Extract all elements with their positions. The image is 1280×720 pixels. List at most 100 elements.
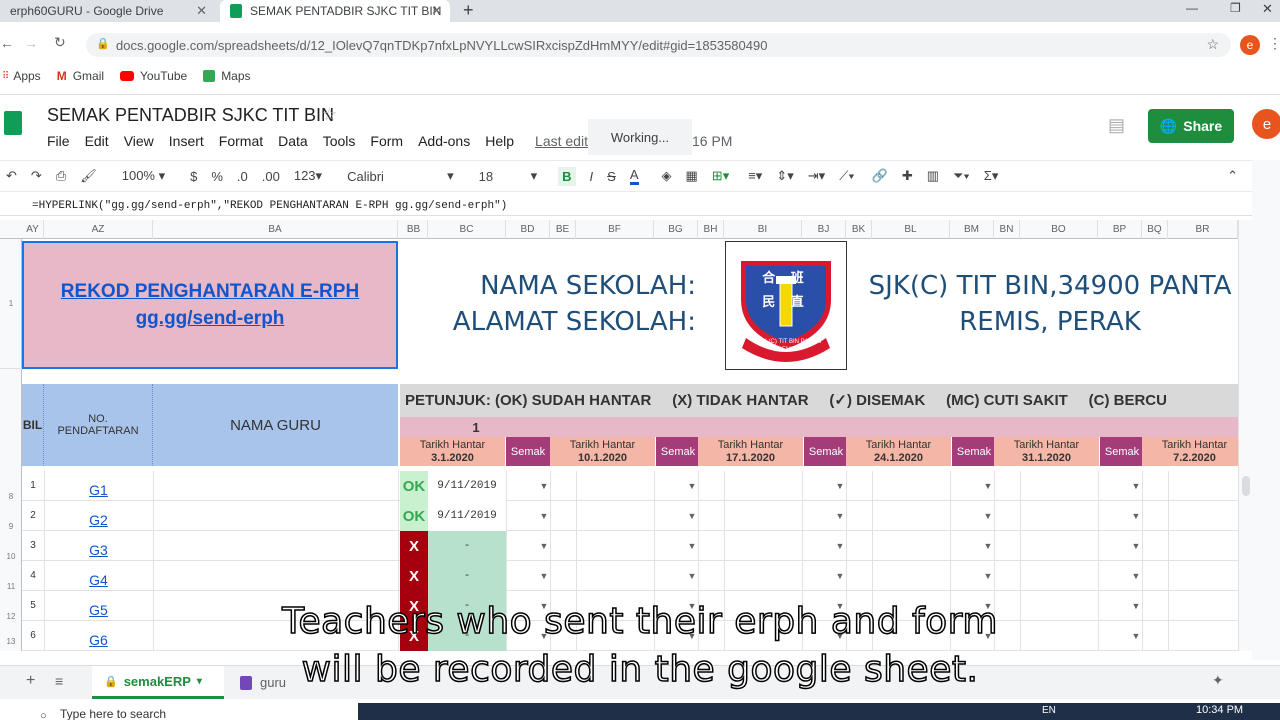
font-dropdown-icon[interactable]: ▾ <box>447 168 454 184</box>
row-header[interactable]: 9 <box>0 511 22 541</box>
col-header-bf[interactable]: BF <box>576 220 654 239</box>
percent-button[interactable]: % <box>211 169 223 184</box>
sheets-logo-icon[interactable] <box>4 111 22 135</box>
zoom-select[interactable]: 100% ▾ <box>122 168 165 184</box>
minimize-icon[interactable]: — <box>1186 1 1198 15</box>
row-header[interactable]: 11 <box>0 571 22 601</box>
status-cell[interactable]: OK <box>400 501 428 531</box>
new-tab-icon[interactable]: + <box>463 0 474 21</box>
text-rotate-icon[interactable]: ⟋▾ <box>839 168 854 184</box>
text-wrap-icon[interactable]: ⇥▾ <box>808 168 825 184</box>
vertical-scrollbar[interactable] <box>1238 220 1252 651</box>
semak-dropdown-icon[interactable]: ▼ <box>534 471 554 500</box>
menu-view[interactable]: View <box>124 133 154 149</box>
col-header-br[interactable]: BR <box>1168 220 1238 239</box>
insert-link-icon[interactable]: 🔗 <box>872 168 888 184</box>
status-cell[interactable]: X <box>400 531 428 561</box>
semak-dropdown-icon[interactable]: ▼ <box>682 561 702 590</box>
col-header-be[interactable]: BE <box>550 220 576 239</box>
semak-dropdown-icon[interactable]: ▼ <box>1126 471 1146 500</box>
semak-dropdown-icon[interactable]: ▼ <box>682 501 702 530</box>
col-header-bk[interactable]: BK <box>846 220 872 239</box>
align-vertical-icon[interactable]: ⇕▾ <box>776 168 793 184</box>
status-cell[interactable]: X <box>400 561 428 591</box>
maximize-icon[interactable]: ❐ <box>1230 1 1241 15</box>
date-cell[interactable]: 9/11/2019 <box>428 501 506 531</box>
date-cell[interactable]: - <box>428 561 506 591</box>
comments-icon[interactable]: ▤ <box>1108 115 1125 136</box>
increase-decimal-button[interactable]: .00 <box>262 169 280 184</box>
col-header-bd[interactable]: BD <box>506 220 550 239</box>
menu-format[interactable]: Format <box>219 133 263 149</box>
forward-icon[interactable]: → <box>24 35 38 51</box>
profile-avatar[interactable]: e <box>1240 35 1260 55</box>
taskbar-search[interactable]: ○ Type here to search <box>0 703 358 720</box>
col-header-az[interactable]: AZ <box>44 220 153 239</box>
teacher-id-link[interactable]: G4 <box>44 565 153 594</box>
col-header-bn[interactable]: BN <box>994 220 1020 239</box>
semak-dropdown-icon[interactable]: ▼ <box>978 531 998 560</box>
language-indicator[interactable]: EN <box>1042 705 1056 716</box>
menu-data[interactable]: Data <box>278 133 308 149</box>
browser-tab-drive[interactable]: erph60GURU - Google Drive ✕ <box>0 0 215 22</box>
menu-addons[interactable]: Add-ons <box>418 133 470 149</box>
semak-dropdown-icon[interactable]: ▼ <box>534 561 554 590</box>
fill-color-icon[interactable]: ◈ <box>662 168 672 184</box>
col-header-bg[interactable]: BG <box>654 220 698 239</box>
bookmark-gmail[interactable]: M Gmail <box>57 69 104 83</box>
col-header-ba[interactable]: BA <box>153 220 398 239</box>
col-header-bb[interactable]: BB <box>400 220 428 239</box>
share-button[interactable]: 🌐 Share <box>1148 109 1234 143</box>
col-header-bj[interactable]: BJ <box>802 220 846 239</box>
insert-chart-icon[interactable]: ▥ <box>927 168 939 184</box>
text-color-button[interactable]: A <box>629 167 639 185</box>
account-avatar[interactable]: e <box>1252 109 1280 139</box>
paint-format-icon[interactable]: 🖌 <box>80 168 97 184</box>
semak-dropdown-icon[interactable]: ▼ <box>830 561 850 590</box>
align-horizontal-icon[interactable]: ≡▾ <box>748 168 762 184</box>
link-line1[interactable]: REKOD PENGHANTARAN E-RPH <box>61 278 359 305</box>
scrollbar-thumb[interactable] <box>1242 476 1250 496</box>
menu-insert[interactable]: Insert <box>169 133 204 149</box>
address-bar[interactable]: 🔒 docs.google.com/spreadsheets/d/12_IOle… <box>86 33 1231 57</box>
formula-bar[interactable]: =HYPERLINK("gg.gg/send-erph","REKOD PENG… <box>0 196 1280 216</box>
font-select[interactable]: Calibri <box>347 169 433 184</box>
semak-dropdown-icon[interactable]: ▼ <box>1126 501 1146 530</box>
semak-dropdown-icon[interactable]: ▼ <box>682 531 702 560</box>
send-erph-link-cell[interactable]: REKOD PENGHANTARAN E-RPH gg.gg/send-erph <box>22 241 398 369</box>
semak-dropdown-icon[interactable]: ▼ <box>830 501 850 530</box>
row-header[interactable]: 10 <box>0 541 22 571</box>
currency-button[interactable]: $ <box>190 169 197 184</box>
menu-tools[interactable]: Tools <box>323 133 356 149</box>
date-cell[interactable]: 9/11/2019 <box>428 471 506 501</box>
semak-dropdown-icon[interactable]: ▼ <box>978 501 998 530</box>
bookmark-maps[interactable]: Maps <box>203 69 251 83</box>
bookmark-youtube[interactable]: YouTube <box>120 69 187 83</box>
semak-dropdown-icon[interactable]: ▼ <box>830 471 850 500</box>
teacher-id-link[interactable]: G3 <box>44 535 153 564</box>
decrease-decimal-button[interactable]: .0 <box>237 169 248 184</box>
reload-icon[interactable]: ↻ <box>54 34 66 51</box>
more-formats-button[interactable]: 123▾ <box>294 168 322 184</box>
back-icon[interactable]: ← <box>0 35 14 51</box>
menu-file[interactable]: File <box>47 133 70 149</box>
close-tab-icon[interactable]: ✕ <box>431 3 442 19</box>
semak-dropdown-icon[interactable]: ▼ <box>534 501 554 530</box>
star-icon[interactable]: ☆ <box>322 105 337 125</box>
italic-button[interactable]: I <box>590 169 594 184</box>
menu-help[interactable]: Help <box>485 133 514 149</box>
print-icon[interactable]: ⎙ <box>56 168 66 184</box>
semak-dropdown-icon[interactable]: ▼ <box>978 471 998 500</box>
strikethrough-button[interactable]: S <box>607 169 616 184</box>
merge-cells-icon[interactable]: ⊞▾ <box>712 168 729 184</box>
col-header-bc[interactable]: BC <box>428 220 506 239</box>
col-header-bl[interactable]: BL <box>872 220 950 239</box>
col-header-bp[interactable]: BP <box>1098 220 1142 239</box>
row-header[interactable]: 1 <box>0 239 22 369</box>
clock[interactable]: 10:34 PM <box>1196 704 1243 716</box>
sheet-grid[interactable]: REKOD PENGHANTARAN E-RPH gg.gg/send-erph… <box>22 239 1238 651</box>
col-header-bh[interactable]: BH <box>698 220 724 239</box>
browser-tab-sheets[interactable]: SEMAK PENTADBIR SJKC TIT BIN ✕ <box>220 0 450 22</box>
menu-dots-icon[interactable]: ⋮ <box>1268 35 1280 52</box>
teacher-id-link[interactable]: G1 <box>44 475 153 504</box>
